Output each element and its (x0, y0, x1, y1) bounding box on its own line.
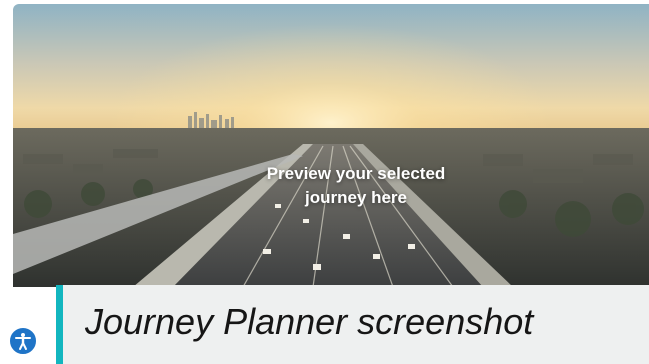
accessibility-button[interactable] (8, 326, 38, 356)
hero-caption: Preview your selected journey here (211, 162, 501, 210)
highway-photo (13, 4, 649, 287)
image-caption: Journey Planner screenshot (85, 301, 534, 342)
accessibility-icon (15, 333, 31, 350)
hero-caption-line1: Preview your selected (266, 164, 446, 183)
hero-image: Preview your selected journey here (13, 4, 649, 287)
hero-caption-line2: journey here (304, 188, 408, 207)
caption-accent-bar (56, 285, 63, 364)
